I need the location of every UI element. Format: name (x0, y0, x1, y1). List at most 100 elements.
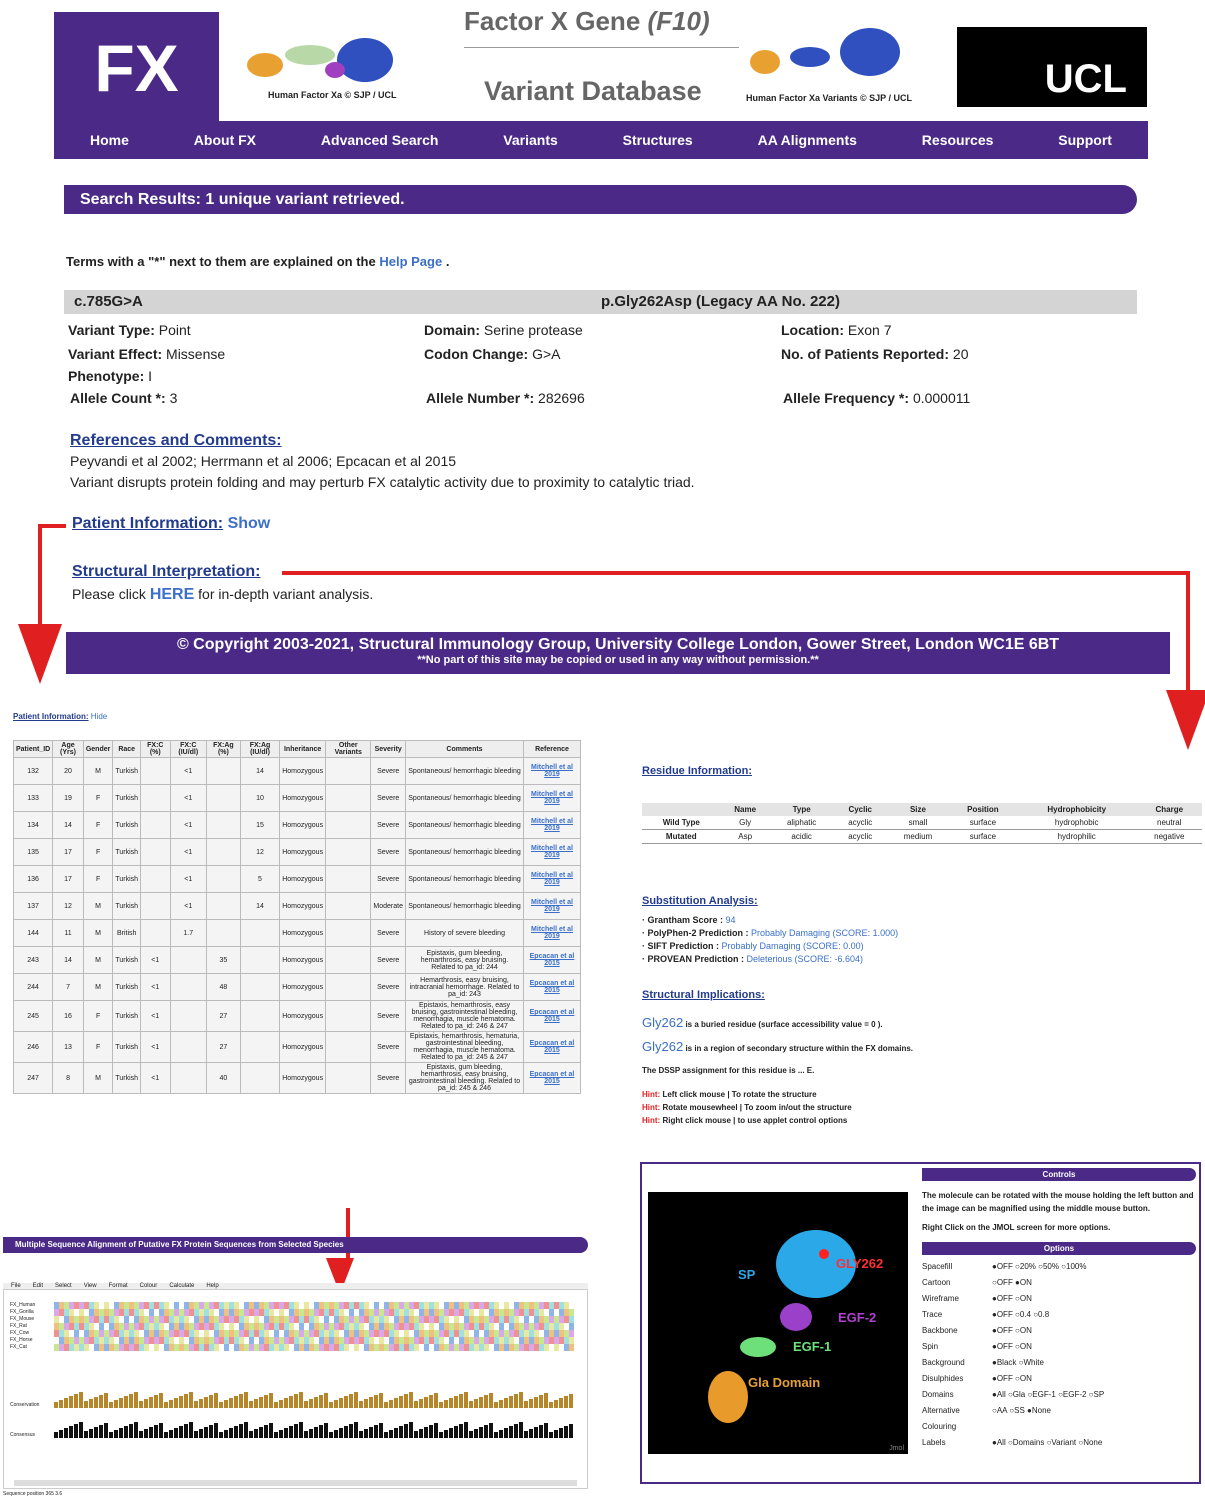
alignment-cell (274, 1337, 279, 1344)
alignment-cell (454, 1344, 459, 1351)
alignment-cell (234, 1344, 239, 1351)
nav-resources[interactable]: Resources (922, 132, 994, 148)
alignment-cell (399, 1344, 404, 1351)
residue-link-1[interactable]: Gly262 (642, 1015, 683, 1030)
nav-home[interactable]: Home (90, 132, 129, 148)
alignment-cell (429, 1344, 434, 1351)
reference-link[interactable]: Mitchell et al 2019 (531, 791, 573, 805)
bar (439, 1432, 443, 1438)
bar (284, 1428, 288, 1438)
patient-info-hide-link[interactable]: Hide (91, 712, 107, 721)
option-radios[interactable]: ●OFF ○ON (992, 1323, 1032, 1339)
table-header-cell: Race (112, 740, 142, 758)
reference-link[interactable]: Mitchell et al 2019 (531, 764, 573, 778)
substitution-value[interactable]: Probably Damaging (SCORE: 1.000) (751, 928, 898, 938)
reference-cell: Mitchell et al 2019 (523, 811, 581, 839)
table-header-cell: Patient_ID (13, 740, 54, 758)
bar (59, 1400, 63, 1408)
alignment-cell (394, 1309, 399, 1316)
bar (369, 1427, 373, 1438)
alignment-cell (559, 1323, 564, 1330)
here-link[interactable]: HERE (150, 586, 194, 603)
reference-link[interactable]: Mitchell et al 2019 (531, 845, 573, 859)
bar (359, 1431, 363, 1438)
alignment-cell (339, 1323, 344, 1330)
alignment-cell (214, 1330, 219, 1337)
alignment-cell (434, 1316, 439, 1323)
nav-variants[interactable]: Variants (503, 132, 557, 148)
bar (309, 1399, 313, 1408)
table-cell (140, 784, 171, 812)
alignment-cell (524, 1337, 529, 1344)
reference-link[interactable]: Mitchell et al 2019 (531, 926, 573, 940)
substitution-value[interactable]: Deleterious (SCORE: -6.604) (747, 954, 864, 964)
alignment-cell (114, 1309, 119, 1316)
bar (379, 1423, 383, 1438)
alignment-scrollbar[interactable] (14, 1480, 577, 1486)
option-radios[interactable]: ○AA ○SS ●None (992, 1403, 1051, 1435)
bar (149, 1397, 153, 1408)
nav-aa-alignments[interactable]: AA Alignments (758, 132, 857, 148)
option-radios[interactable]: ●OFF ○20% ○50% ○100% (992, 1259, 1086, 1275)
alignment-cell (429, 1330, 434, 1337)
alignment-cell (354, 1337, 359, 1344)
option-radios[interactable]: ●OFF ○ON (992, 1339, 1032, 1355)
alignment-cell (509, 1344, 514, 1351)
reference-link[interactable]: Mitchell et al 2019 (531, 818, 573, 832)
reference-link[interactable]: Epcacan et al 2015 (530, 980, 575, 994)
alignment-cell (129, 1344, 134, 1351)
reference-link[interactable]: Epcacan et al 2015 (530, 1009, 575, 1023)
alignment-cell (159, 1302, 164, 1309)
alignment-cell (184, 1309, 189, 1316)
alignment-cell (504, 1316, 509, 1323)
label-egf2: EGF-2 (838, 1310, 877, 1325)
hint-text: Rotate mousewheel | To zoom in/out the s… (662, 1103, 852, 1112)
table-row: 245 16 F Turkish <1 27 Homozygous Severe Epistax… (13, 1000, 581, 1032)
alignment-cell (374, 1323, 379, 1330)
reference-link[interactable]: Mitchell et al 2019 (531, 872, 573, 886)
alignment-cell (309, 1316, 314, 1323)
alignment-cell (544, 1337, 549, 1344)
option-radios[interactable]: ●OFF ○0.4 ○0.8 (992, 1307, 1049, 1323)
alignment-cell (94, 1316, 99, 1323)
alignment-cell (274, 1330, 279, 1337)
species-label: FX_Cow (10, 1330, 30, 1336)
jmol-viewer[interactable]: SP GLY262 EGF-2 EGF-1 Gla Domain Jmol (648, 1192, 908, 1454)
substitution-value[interactable]: 94 (726, 915, 736, 925)
nav-advanced-search[interactable]: Advanced Search (321, 132, 439, 148)
alignment-cell (159, 1344, 164, 1351)
reference-link[interactable]: Epcacan et al 2015 (530, 1040, 575, 1054)
option-radios[interactable]: ●All ○Gla ○EGF-1 ○EGF-2 ○SP (992, 1387, 1104, 1403)
patient-info-show-link[interactable]: Show (228, 515, 271, 532)
option-radios[interactable]: ●Black ○White (992, 1355, 1044, 1371)
reference-link[interactable]: Epcacan et al 2015 (530, 953, 575, 967)
reference-link[interactable]: Mitchell et al 2019 (531, 899, 573, 913)
option-radios[interactable]: ●OFF ○ON (992, 1371, 1032, 1387)
nav-structures[interactable]: Structures (623, 132, 693, 148)
alignment-cell (509, 1309, 514, 1316)
bar (409, 1392, 413, 1408)
alignment-cell (329, 1337, 334, 1344)
option-radios[interactable]: ○OFF ●ON (992, 1275, 1032, 1291)
ucl-logo[interactable]: UCL (957, 27, 1147, 107)
option-radios[interactable]: ●OFF ○ON (992, 1291, 1032, 1307)
alignment-cell (389, 1323, 394, 1330)
alignment-cell (264, 1323, 269, 1330)
substitution-value[interactable]: Probably Damaging (SCORE: 0.00) (722, 941, 864, 951)
references-title: References and Comments: (70, 432, 282, 449)
alignment-cell (559, 1302, 564, 1309)
alignment-cell (219, 1330, 224, 1337)
reference-cell: Mitchell et al 2019 (523, 838, 581, 866)
bar (539, 1395, 543, 1408)
bar (54, 1432, 58, 1438)
alignment-cell (269, 1330, 274, 1337)
nav-support[interactable]: Support (1058, 132, 1112, 148)
residue-link-2[interactable]: Gly262 (642, 1039, 683, 1054)
alignment-cell (524, 1302, 529, 1309)
option-radios[interactable]: ●All ○Domains ○Variant ○None (992, 1435, 1102, 1451)
alignment-cell (394, 1316, 399, 1323)
reference-link[interactable]: Epcacan et al 2015 (530, 1071, 575, 1085)
alignment-cell (409, 1309, 414, 1316)
nav-about[interactable]: About FX (194, 132, 256, 148)
help-page-link[interactable]: Help Page (379, 254, 442, 269)
